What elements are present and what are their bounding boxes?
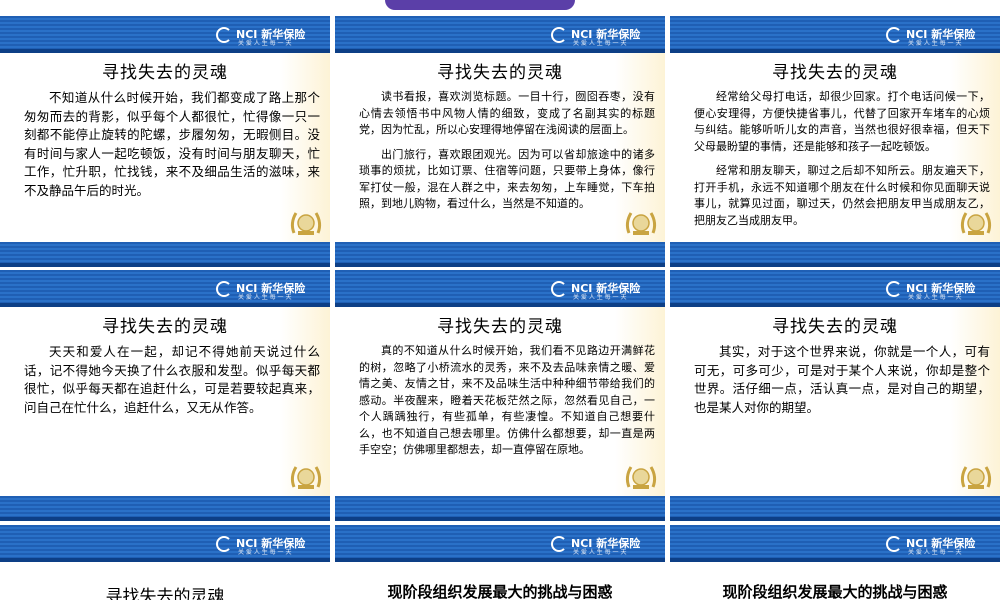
nci-logo: NCI 新华保险 关 爱 人 生 每 一 天 [551, 274, 661, 304]
slide-body: 经常给父母打电话，却很少回家。打个电话问候一下，便心安理得，方便快捷省事儿，代替… [694, 89, 990, 237]
header-band: NCI 新华保险 关 爱 人 生 每 一 天 [0, 16, 330, 53]
footer-band [335, 496, 665, 521]
nci-swirl-icon [216, 27, 232, 43]
paragraph: 不知道从什么时候开始，我们都变成了路上那个匆匆而去的背影，似乎每个人都很忙，忙得… [24, 90, 320, 198]
header-band: NCI 新华保险 关 爱 人 生 每 一 天 [670, 16, 1000, 53]
nci-logo: NCI 新华保险 关 爱 人 生 每 一 天 [551, 529, 661, 559]
slide-thumbnail-6[interactable]: NCI 新华保险 关 爱 人 生 每 一 天 寻找失去的灵魂 其实，对于这个世界… [670, 270, 1000, 521]
footer-band [0, 242, 330, 267]
slide-thumbnail-9[interactable]: NCI 新华保险 关 爱 人 生 每 一 天 现阶段组织发展最大的挑战与困惑 [670, 525, 1000, 600]
laurel-emblem-icon [625, 212, 657, 235]
slide-thumbnail-2[interactable]: NCI 新华保险 关 爱 人 生 每 一 天 寻找失去的灵魂 读书看报，喜欢浏览… [335, 16, 665, 267]
slide-title: 寻找失去的灵魂 [772, 63, 898, 83]
slide-thumbnail-5[interactable]: NCI 新华保险 关 爱 人 生 每 一 天 寻找失去的灵魂 真的不知道从什么时… [335, 270, 665, 521]
paragraph: 真的不知道从什么时候开始，我们看不见路边开满鲜花的树，忽略了小桥流水的灵秀，来不… [359, 344, 655, 456]
logo-slogan: 关 爱 人 生 每 一 天 [908, 40, 962, 47]
slide-thumbnail-7[interactable]: NCI 新华保险 关 爱 人 生 每 一 天 寻找失去的灵魂 [0, 525, 330, 600]
previous-slide-title-fragment [385, 0, 575, 10]
slide-body: 读书看报，喜欢浏览标题。一目十行，囫囵吞枣，没有心情去领悟书中风物人情的细致，变… [359, 89, 655, 221]
paragraph: 出门旅行，喜欢跟团观光。因为可以省却旅途中的诸多琐事的烦扰，比如订票、住宿等问题… [359, 147, 655, 211]
logo-slogan: 关 爱 人 生 每 一 天 [573, 294, 627, 301]
slide-thumbnail-1[interactable]: NCI 新华保险 关 爱 人 生 每 一 天 寻找失去的灵魂 不知道从什么时候开… [0, 16, 330, 267]
slide-title: 寻找失去的灵魂 [102, 63, 228, 83]
footer-band [335, 242, 665, 267]
slide-body: 不知道从什么时候开始，我们都变成了路上那个匆匆而去的背影，似乎每个人都很忙，忙得… [24, 89, 320, 208]
nci-logo: NCI 新华保险 关 爱 人 生 每 一 天 [886, 529, 996, 559]
slide-title: 寻找失去的灵魂 [437, 63, 563, 83]
header-band: NCI 新华保险 关 爱 人 生 每 一 天 [670, 525, 1000, 562]
laurel-emblem-icon [290, 212, 322, 235]
nci-logo: NCI 新华保险 关 爱 人 生 每 一 天 [886, 20, 996, 50]
nci-logo: NCI 新华保险 关 爱 人 生 每 一 天 [216, 274, 326, 304]
laurel-emblem-icon [960, 466, 992, 489]
logo-slogan: 关 爱 人 生 每 一 天 [573, 549, 627, 556]
nci-swirl-icon [886, 27, 902, 43]
logo-slogan: 关 爱 人 生 每 一 天 [238, 294, 292, 301]
slide-title: 寻找失去的灵魂 [105, 587, 225, 600]
nci-swirl-icon [551, 536, 567, 552]
nci-swirl-icon [216, 536, 232, 552]
laurel-emblem-icon [960, 212, 992, 235]
nci-logo: NCI 新华保险 关 爱 人 生 每 一 天 [216, 529, 326, 559]
nci-swirl-icon [551, 27, 567, 43]
logo-slogan: 关 爱 人 生 每 一 天 [908, 549, 962, 556]
logo-slogan: 关 爱 人 生 每 一 天 [573, 40, 627, 47]
footer-band [0, 496, 330, 521]
slide-body: 真的不知道从什么时候开始，我们看不见路边开满鲜花的树，忽略了小桥流水的灵秀，来不… [359, 343, 655, 467]
laurel-emblem-icon [625, 466, 657, 489]
nci-swirl-icon [886, 536, 902, 552]
header-band: NCI 新华保险 关 爱 人 生 每 一 天 [335, 16, 665, 53]
paragraph: 天天和爱人在一起，却记不得她前天说过什么话，记不得她今天换了什么衣服和发型。似乎… [24, 344, 320, 415]
paragraph: 经常给父母打电话，却很少回家。打个电话问候一下，便心安理得，方便快捷省事儿，代替… [694, 90, 990, 153]
logo-slogan: 关 爱 人 生 每 一 天 [238, 549, 292, 556]
nci-logo: NCI 新华保险 关 爱 人 生 每 一 天 [886, 274, 996, 304]
slide-thumbnail-3[interactable]: NCI 新华保险 关 爱 人 生 每 一 天 寻找失去的灵魂 经常给父母打电话，… [670, 16, 1000, 267]
logo-slogan: 关 爱 人 生 每 一 天 [238, 40, 292, 47]
nci-swirl-icon [551, 281, 567, 297]
laurel-emblem-icon [290, 466, 322, 489]
footer-band [670, 242, 1000, 267]
header-band: NCI 新华保险 关 爱 人 生 每 一 天 [0, 270, 330, 307]
footer-band [670, 496, 1000, 521]
slide-title: 寻找失去的灵魂 [437, 317, 563, 337]
slide-title: 现阶段组织发展最大的挑战与困惑 [387, 583, 613, 600]
nci-swirl-icon [216, 281, 232, 297]
slide-thumbnail-4[interactable]: NCI 新华保险 关 爱 人 生 每 一 天 寻找失去的灵魂 天天和爱人在一起，… [0, 270, 330, 521]
slide-title: 现阶段组织发展最大的挑战与困惑 [722, 583, 948, 600]
paragraph: 经常和朋友聊天，聊过之后却不知所云。朋友遍天下，打开手机，永远不知道哪个朋友在什… [694, 164, 990, 227]
header-band: NCI 新华保险 关 爱 人 生 每 一 天 [335, 270, 665, 307]
nci-swirl-icon [886, 281, 902, 297]
nci-logo: NCI 新华保险 关 爱 人 生 每 一 天 [216, 20, 326, 50]
slide-title: 寻找失去的灵魂 [102, 317, 228, 337]
header-band: NCI 新华保险 关 爱 人 生 每 一 天 [0, 525, 330, 562]
slide-body: 其实，对于这个世界来说，你就是一个人，可有可无，可多可少，可是对于某个人来说，你… [694, 343, 990, 425]
slide-title: 寻找失去的灵魂 [772, 317, 898, 337]
nci-logo: NCI 新华保险 关 爱 人 生 每 一 天 [551, 20, 661, 50]
header-band: NCI 新华保险 关 爱 人 生 每 一 天 [670, 270, 1000, 307]
slide-body: 天天和爱人在一起，却记不得她前天说过什么话，记不得她今天换了什么衣服和发型。似乎… [24, 343, 320, 425]
paragraph: 读书看报，喜欢浏览标题。一目十行，囫囵吞枣，没有心情去领悟书中风物人情的细致，变… [359, 90, 655, 136]
slide-thumbnail-8[interactable]: NCI 新华保险 关 爱 人 生 每 一 天 现阶段组织发展最大的挑战与困惑 [335, 525, 665, 600]
header-band: NCI 新华保险 关 爱 人 生 每 一 天 [335, 525, 665, 562]
paragraph: 其实，对于这个世界来说，你就是一个人，可有可无，可多可少，可是对于某个人来说，你… [694, 344, 990, 415]
logo-slogan: 关 爱 人 生 每 一 天 [908, 294, 962, 301]
